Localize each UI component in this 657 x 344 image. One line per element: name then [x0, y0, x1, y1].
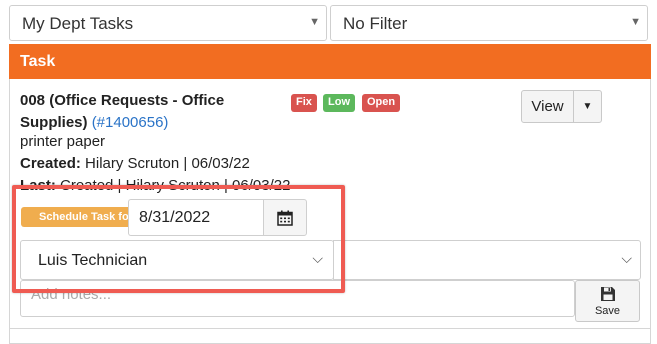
task-title: 008 (Office Requests - Office Supplies) … — [20, 90, 270, 134]
status-filter-select[interactable]: No Filter ▼ — [330, 5, 648, 41]
badge-open: Open — [362, 94, 401, 112]
task-description: printer paper — [20, 133, 106, 150]
calendar-icon — [277, 210, 293, 226]
view-button[interactable]: View — [522, 91, 573, 122]
last-value: Created | Hilary Scruton | 06/03/22 — [60, 177, 291, 194]
technician-select[interactable]: Luis Technician ⌵ — [20, 240, 334, 280]
technician-value: Luis Technician — [38, 252, 148, 269]
panel-header: Task — [9, 44, 651, 79]
notes-textarea[interactable]: Add notes... — [20, 280, 575, 317]
created-line: Created: Hilary Scruton | 06/03/22 — [20, 155, 250, 172]
dept-filter-select[interactable]: My Dept Tasks ▼ — [9, 5, 327, 41]
divider — [9, 328, 651, 329]
created-label: Created: — [20, 155, 81, 172]
badge-low: Low — [323, 94, 355, 112]
save-label: Save — [594, 305, 621, 317]
view-button-group: View ▼ — [521, 90, 602, 123]
caret-down-icon[interactable]: ▼ — [573, 91, 602, 122]
created-value: Hilary Scruton | 06/03/22 — [85, 155, 250, 172]
floppy-save-icon — [601, 287, 615, 301]
chevron-down-icon: ⌵ — [621, 250, 632, 266]
calendar-button[interactable] — [263, 199, 307, 236]
status-filter-value: No Filter — [343, 14, 408, 33]
dropdown-arrow-icon: ▼ — [630, 16, 641, 28]
secondary-select[interactable]: ⌵ — [333, 240, 641, 280]
dropdown-arrow-icon: ▼ — [309, 16, 320, 28]
last-line: Last: Created | Hilary Scruton | 06/03/2… — [20, 177, 290, 194]
dept-filter-value: My Dept Tasks — [22, 14, 134, 33]
badge-fix: Fix — [291, 94, 317, 112]
last-label: Last: — [20, 177, 56, 194]
chevron-down-icon: ⌵ — [312, 250, 323, 266]
schedule-date-input[interactable]: 8/31/2022 — [128, 199, 264, 236]
task-id-link[interactable]: (#1400656) — [92, 114, 169, 131]
save-button[interactable]: Save — [575, 280, 640, 322]
